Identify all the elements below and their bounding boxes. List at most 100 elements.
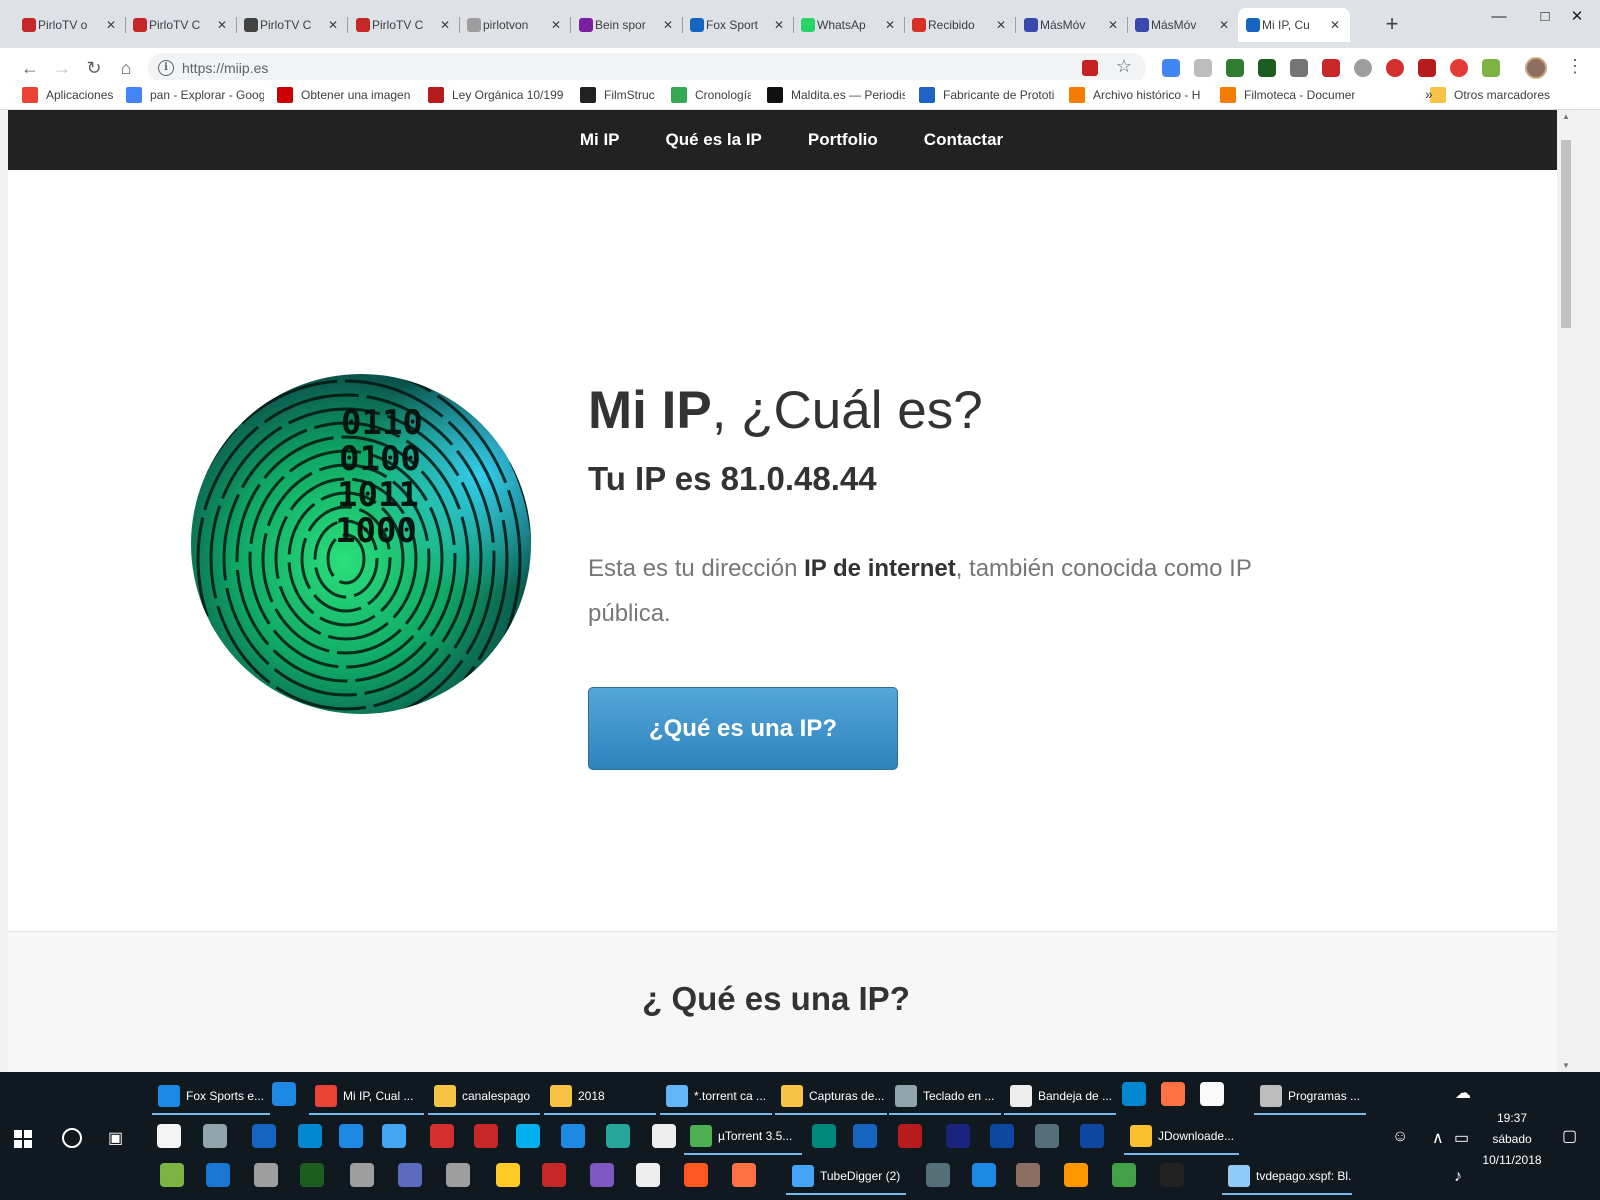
new-tab-plus-icon[interactable]: + bbox=[1381, 13, 1403, 35]
pinned-app-icon[interactable] bbox=[926, 1163, 950, 1187]
taskbar-window-button[interactable]: Mi IP, Cual ... bbox=[309, 1079, 424, 1115]
pinned-app-icon[interactable] bbox=[1035, 1124, 1059, 1148]
pinned-app-icon[interactable] bbox=[946, 1124, 970, 1148]
pinned-app-icon[interactable] bbox=[1064, 1163, 1088, 1187]
taskbar-window-button[interactable]: Capturas de... bbox=[775, 1079, 887, 1115]
pinned-app-icon[interactable] bbox=[398, 1163, 422, 1187]
taskbar-clock[interactable]: 19:37 sábado 10/11/2018 bbox=[1462, 1108, 1562, 1171]
reload-icon[interactable]: ↻ bbox=[82, 56, 106, 80]
taskbar-window-button[interactable]: µTorrent 3.5... bbox=[684, 1119, 802, 1155]
nav-link-mi-ip[interactable]: Mi IP bbox=[580, 130, 620, 150]
extension-icon[interactable] bbox=[1194, 59, 1212, 77]
browser-tab[interactable]: MásMóv ✕ bbox=[1127, 8, 1239, 42]
pinned-app-icon[interactable] bbox=[339, 1124, 363, 1148]
close-tab-icon[interactable]: ✕ bbox=[104, 18, 118, 32]
pinned-app-icon[interactable] bbox=[203, 1124, 227, 1148]
pinned-app-icon[interactable] bbox=[252, 1124, 276, 1148]
forward-arrow-icon[interactable]: → bbox=[50, 56, 74, 80]
pinned-app-icon[interactable] bbox=[590, 1163, 614, 1187]
browser-tab[interactable]: Fox Sport ✕ bbox=[682, 8, 794, 42]
pinned-app-icon[interactable] bbox=[898, 1124, 922, 1148]
pinned-app-icon[interactable] bbox=[684, 1163, 708, 1187]
minimize-icon[interactable]: — bbox=[1476, 0, 1522, 32]
taskbar-window-button[interactable]: canalespago bbox=[428, 1079, 540, 1115]
close-tab-icon[interactable]: ✕ bbox=[1106, 18, 1120, 32]
close-tab-icon[interactable]: ✕ bbox=[772, 18, 786, 32]
profile-avatar[interactable] bbox=[1525, 57, 1547, 79]
notifications-icon[interactable]: ▢ bbox=[1562, 1126, 1577, 1146]
home-icon[interactable]: ⌂ bbox=[114, 56, 138, 80]
taskbar-window-button[interactable]: Programas ... bbox=[1254, 1079, 1366, 1115]
extension-icon[interactable] bbox=[1290, 59, 1308, 77]
blocked-content-icon[interactable] bbox=[1082, 60, 1098, 76]
extension-icon[interactable] bbox=[1482, 59, 1500, 77]
people-icon[interactable]: ☺ bbox=[1392, 1128, 1408, 1146]
close-tab-icon[interactable]: ✕ bbox=[1328, 18, 1342, 32]
scroll-down-arrow-icon[interactable]: ▼ bbox=[1561, 1061, 1571, 1070]
pinned-app-icon[interactable] bbox=[430, 1124, 454, 1148]
taskbar-window-button[interactable]: *.torrent ca ... bbox=[660, 1079, 772, 1115]
pinned-app-icon[interactable] bbox=[1200, 1082, 1224, 1106]
taskbar-window-button[interactable]: Fox Sports e... bbox=[152, 1079, 270, 1115]
browser-tab[interactable]: PirloTV C ✕ bbox=[236, 8, 348, 42]
pinned-app-icon[interactable] bbox=[652, 1124, 676, 1148]
browser-tab[interactable]: PirloTV o ✕ bbox=[14, 8, 126, 42]
browser-tab[interactable]: PirloTV C ✕ bbox=[125, 8, 237, 42]
close-window-icon[interactable]: ✕ bbox=[1554, 0, 1600, 32]
close-tab-icon[interactable]: ✕ bbox=[326, 18, 340, 32]
pinned-app-icon[interactable] bbox=[1112, 1163, 1136, 1187]
taskbar-window-button[interactable]: tvdepago.xspf: Bl... bbox=[1222, 1159, 1352, 1195]
more-bookmarks-chevron-icon[interactable]: » bbox=[1425, 86, 1433, 102]
pinned-app-icon[interactable] bbox=[561, 1124, 585, 1148]
extension-icon[interactable] bbox=[1226, 59, 1244, 77]
back-arrow-icon[interactable]: ← bbox=[18, 56, 42, 80]
extension-icon[interactable] bbox=[1386, 59, 1404, 77]
pinned-app-icon[interactable] bbox=[382, 1124, 406, 1148]
pinned-app-icon[interactable] bbox=[732, 1163, 756, 1187]
taskbar-window-button[interactable]: Teclado en ... bbox=[889, 1079, 1001, 1115]
bookmark-item[interactable]: Fabricante de Prototi bbox=[919, 85, 1054, 105]
pinned-app-icon[interactable] bbox=[446, 1163, 470, 1187]
task-view-icon[interactable]: ▣ bbox=[108, 1128, 123, 1148]
pinned-app-icon[interactable] bbox=[1160, 1163, 1184, 1187]
browser-tab[interactable]: pirlotvon ✕ bbox=[459, 8, 571, 42]
pinned-app-icon[interactable] bbox=[298, 1124, 322, 1148]
windows-start-icon[interactable] bbox=[14, 1130, 32, 1148]
adblock-extension-icon[interactable] bbox=[1322, 59, 1340, 77]
close-tab-icon[interactable]: ✕ bbox=[883, 18, 897, 32]
close-tab-icon[interactable]: ✕ bbox=[1217, 18, 1231, 32]
bookmark-item[interactable]: Archivo histórico - H bbox=[1069, 85, 1200, 105]
extension-icon[interactable] bbox=[1258, 59, 1276, 77]
pinned-app-icon[interactable] bbox=[300, 1163, 324, 1187]
extension-icon[interactable] bbox=[1354, 59, 1372, 77]
translate-extension-icon[interactable] bbox=[1162, 59, 1180, 77]
browser-tab[interactable]: MásMóv ✕ bbox=[1016, 8, 1128, 42]
browser-tab[interactable]: Mi IP, Cu ✕ bbox=[1238, 8, 1350, 42]
bookmark-item[interactable]: Obtener una imagen bbox=[277, 85, 410, 105]
nav-link-que-es-la-ip[interactable]: Qué es la IP bbox=[666, 130, 762, 150]
pinned-app-icon[interactable] bbox=[1161, 1082, 1185, 1106]
page-scrollbar[interactable]: ▲ ▼ bbox=[1557, 110, 1575, 1072]
bookmark-item[interactable]: Aplicaciones bbox=[22, 85, 113, 105]
close-tab-icon[interactable]: ✕ bbox=[549, 18, 563, 32]
pinned-app-icon[interactable] bbox=[272, 1082, 296, 1106]
pinned-app-icon[interactable] bbox=[1016, 1163, 1040, 1187]
pinned-app-icon[interactable] bbox=[542, 1163, 566, 1187]
pinned-app-icon[interactable] bbox=[1080, 1124, 1104, 1148]
close-tab-icon[interactable]: ✕ bbox=[438, 18, 452, 32]
pinned-app-icon[interactable] bbox=[350, 1163, 374, 1187]
pinned-app-icon[interactable] bbox=[254, 1163, 278, 1187]
scroll-up-arrow-icon[interactable]: ▲ bbox=[1561, 112, 1571, 121]
taskbar-window-button[interactable]: 2018 bbox=[544, 1079, 656, 1115]
pinned-app-icon[interactable] bbox=[812, 1124, 836, 1148]
scrollbar-thumb[interactable] bbox=[1561, 140, 1571, 328]
bookmark-item[interactable]: Ley Orgánica 10/199 bbox=[428, 85, 563, 105]
bookmark-item[interactable]: Cronología bbox=[671, 85, 751, 105]
browser-tab[interactable]: WhatsAp ✕ bbox=[793, 8, 905, 42]
cortana-search-icon[interactable] bbox=[62, 1128, 82, 1148]
pinned-app-icon[interactable] bbox=[853, 1124, 877, 1148]
volume-icon[interactable]: ♪ bbox=[1454, 1168, 1462, 1186]
pinned-app-icon[interactable] bbox=[496, 1163, 520, 1187]
pinned-app-icon[interactable] bbox=[972, 1163, 996, 1187]
bookmark-item[interactable]: Filmoteca - Documen bbox=[1220, 85, 1355, 105]
